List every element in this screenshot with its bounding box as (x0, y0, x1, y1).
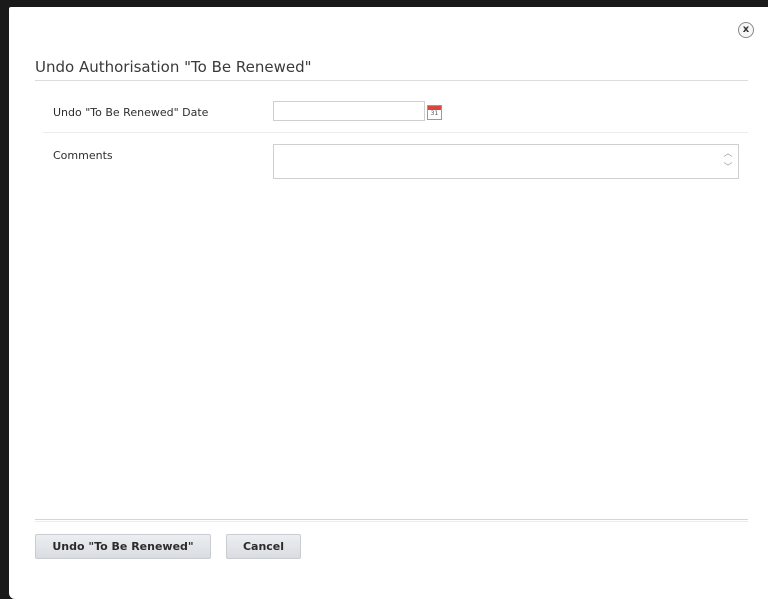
undo-date-input[interactable] (273, 101, 425, 121)
comments-field-wrapper: ︿ ﹀ (273, 144, 739, 179)
undo-authorisation-dialog: x Undo Authorisation "To Be Renewed" Und… (9, 7, 768, 599)
title-divider (35, 80, 748, 81)
undo-to-be-renewed-button[interactable]: Undo "To Be Renewed" (35, 534, 211, 559)
close-icon[interactable]: x (738, 22, 754, 38)
undo-date-label: Undo "To Be Renewed" Date (53, 106, 209, 119)
comments-scroll-arrows: ︿ ﹀ (721, 147, 735, 176)
calendar-day-number: 31 (430, 110, 439, 117)
footer-divider (35, 519, 748, 522)
comments-textarea[interactable] (274, 145, 714, 176)
cancel-button[interactable]: Cancel (226, 534, 301, 559)
dialog-title: Undo Authorisation "To Be Renewed" (35, 58, 312, 76)
row-divider (43, 132, 748, 133)
calendar-icon[interactable]: 31 (427, 105, 442, 120)
scroll-up-icon[interactable]: ︿ (721, 147, 735, 161)
comments-label: Comments (53, 149, 113, 162)
scroll-down-icon[interactable]: ﹀ (721, 161, 735, 175)
